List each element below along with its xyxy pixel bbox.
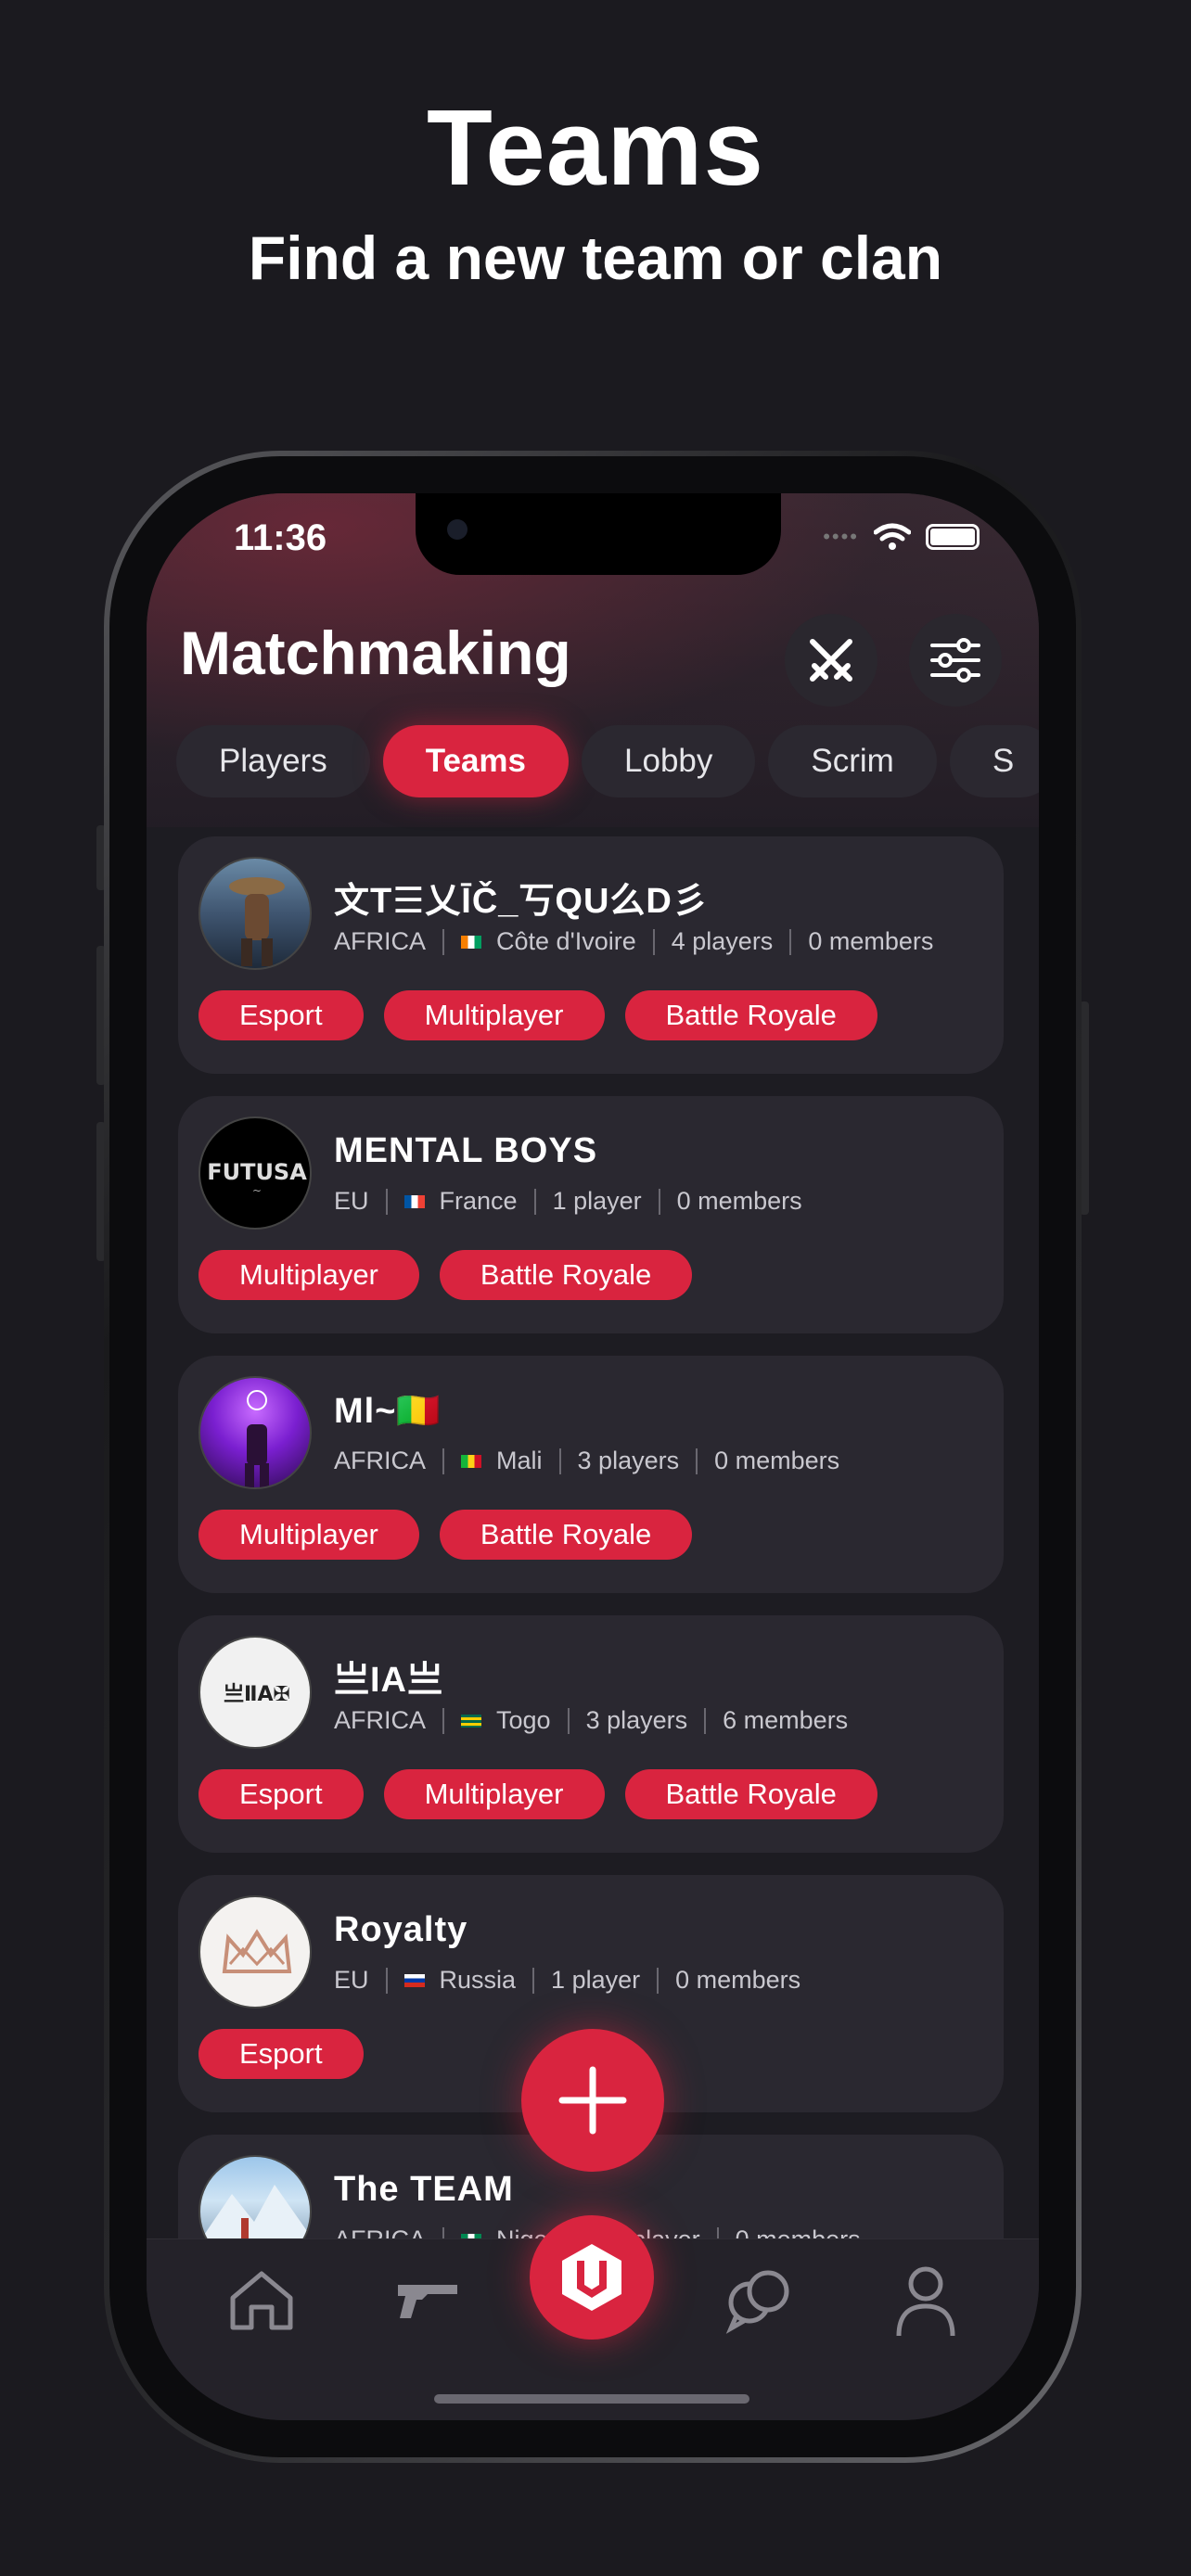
tag-chip: Battle Royale <box>439 1250 693 1300</box>
brand-logo-icon <box>562 2244 621 2311</box>
team-name: 亗IA亗 <box>334 1661 444 1700</box>
app-screen: 11:36 •••• Matchmaking Players Teams Lob… <box>147 493 1039 2420</box>
ia-logo-avatar: 亗ⅡA✠ <box>198 1636 312 1749</box>
team-name: MENTAL BOYS <box>334 1131 598 1170</box>
team-tags: Esport Multiplayer Battle Royale <box>198 990 877 1040</box>
team-region: AFRICA <box>334 1706 427 1734</box>
swords-button[interactable] <box>785 614 877 707</box>
flag-icon <box>461 935 482 949</box>
team-players: 4 players <box>671 927 774 955</box>
tag-chip: Esport <box>198 1769 364 1819</box>
team-members: 0 members <box>808 927 934 955</box>
team-meta: EU Russia 1 player 0 members <box>334 1966 800 1995</box>
team-country: Russia <box>439 1966 517 1994</box>
purple-figure-avatar <box>198 1376 312 1489</box>
team-name: The TEAM <box>334 2170 514 2209</box>
tab-players[interactable]: Players <box>176 725 370 797</box>
tab-lobby[interactable]: Lobby <box>582 725 756 797</box>
category-tabs: Players Teams Lobby Scrim S <box>176 725 1039 797</box>
tag-chip: Battle Royale <box>624 990 877 1040</box>
team-players: 3 players <box>577 1447 680 1474</box>
team-members: 6 members <box>723 1706 849 1734</box>
home-icon <box>230 2271 293 2330</box>
promo-title: Teams <box>427 87 764 208</box>
flag-icon <box>461 1714 482 1728</box>
flag-icon <box>403 1194 425 1208</box>
team-players: 1 player <box>552 1187 642 1215</box>
team-tags: Multiplayer Battle Royale <box>198 1510 693 1560</box>
team-tags: Esport <box>198 2029 364 2079</box>
svg-text:~: ~ <box>252 1184 262 1197</box>
tab-scrim[interactable]: Scrim <box>768 725 937 797</box>
tag-chip: Multiplayer <box>383 990 605 1040</box>
flag-icon <box>461 1454 482 1468</box>
sliders-icon <box>930 638 980 682</box>
chat-icon <box>725 2270 789 2334</box>
team-name: Royalty <box>334 1910 468 1949</box>
nav-chat[interactable] <box>722 2264 796 2338</box>
team-tags: Esport Multiplayer Battle Royale <box>198 1769 877 1819</box>
team-meta: EU France 1 player 0 members <box>334 1187 802 1216</box>
nav-weapons[interactable] <box>391 2264 466 2338</box>
warrior-avatar <box>198 857 312 970</box>
team-members: 0 members <box>714 1447 840 1474</box>
team-meta: AFRICA Togo 3 players 6 members <box>334 1706 848 1735</box>
tag-chip: Multiplayer <box>198 1510 419 1560</box>
nav-home[interactable] <box>224 2264 299 2338</box>
swords-icon <box>810 639 852 682</box>
flag-icon <box>403 1973 425 1987</box>
bottom-nav <box>147 2215 1039 2420</box>
nav-profile[interactable] <box>889 2264 963 2338</box>
profile-icon <box>896 2266 955 2337</box>
tag-chip: Battle Royale <box>624 1769 877 1819</box>
svg-text:FUTUSA: FUTUSA <box>207 1159 307 1185</box>
dynamic-notch <box>416 493 781 575</box>
team-name: 文T☰乂ĪČ_丂QU么D彡 <box>334 882 709 921</box>
filter-button[interactable] <box>909 614 1002 707</box>
status-time: 11:36 <box>234 517 327 558</box>
phone-frame: 11:36 •••• Matchmaking Players Teams Lob… <box>104 451 1082 2463</box>
nav-home-brand[interactable] <box>530 2215 654 2340</box>
gun-icon <box>398 2285 457 2318</box>
tag-chip: Esport <box>198 2029 364 2079</box>
tag-chip: Multiplayer <box>383 1769 605 1819</box>
tab-more[interactable]: S <box>949 725 1039 797</box>
wifi-icon <box>874 523 911 550</box>
tag-chip: Battle Royale <box>439 1510 693 1560</box>
create-team-button[interactable] <box>521 2029 664 2172</box>
team-players: 1 player <box>551 1966 641 1994</box>
battery-icon <box>926 524 980 550</box>
team-name: Ml~🇲🇱 <box>334 1392 442 1431</box>
team-card[interactable]: FUTUSA ~ MENTAL BOYS EU France 1 player 0… <box>178 1096 1004 1333</box>
promo-subtitle: Find a new team or clan <box>248 223 943 292</box>
svg-text:亗ⅡA✠: 亗ⅡA✠ <box>224 1683 290 1706</box>
team-members: 0 members <box>675 1966 801 1994</box>
team-country: Côte d'Ivoire <box>496 927 636 955</box>
team-country: Togo <box>496 1706 551 1734</box>
team-region: EU <box>334 1966 369 1994</box>
team-region: AFRICA <box>334 927 427 955</box>
team-players: 3 players <box>585 1706 688 1734</box>
futusa-logo-avatar: FUTUSA ~ <box>198 1116 312 1230</box>
team-region: AFRICA <box>334 1447 427 1474</box>
plus-icon <box>558 2066 627 2135</box>
team-meta: AFRICA Mali 3 players 0 members <box>334 1447 839 1475</box>
team-tags: Multiplayer Battle Royale <box>198 1250 693 1300</box>
team-card[interactable]: 文T☰乂ĪČ_丂QU么D彡 AFRICA Côte d'Ivoire 4 pla… <box>178 836 1004 1074</box>
team-card[interactable]: Ml~🇲🇱 AFRICA Mali 3 players 0 members Mu… <box>178 1356 1004 1593</box>
status-icons: •••• <box>823 523 980 551</box>
tag-chip: Esport <box>198 990 364 1040</box>
team-meta: AFRICA Côte d'Ivoire 4 players 0 members <box>334 927 933 956</box>
page-title: Matchmaking <box>180 618 571 687</box>
team-members: 0 members <box>676 1187 802 1215</box>
signal-icon: •••• <box>823 525 859 548</box>
home-indicator[interactable] <box>434 2394 749 2404</box>
team-country: France <box>439 1187 518 1215</box>
tag-chip: Multiplayer <box>198 1250 419 1300</box>
team-card[interactable]: 亗ⅡA✠ 亗IA亗 AFRICA Togo 3 players 6 member… <box>178 1615 1004 1853</box>
team-country: Mali <box>496 1447 543 1474</box>
team-region: EU <box>334 1187 369 1215</box>
tab-teams[interactable]: Teams <box>382 725 570 797</box>
crown-logo-avatar <box>198 1895 312 2009</box>
